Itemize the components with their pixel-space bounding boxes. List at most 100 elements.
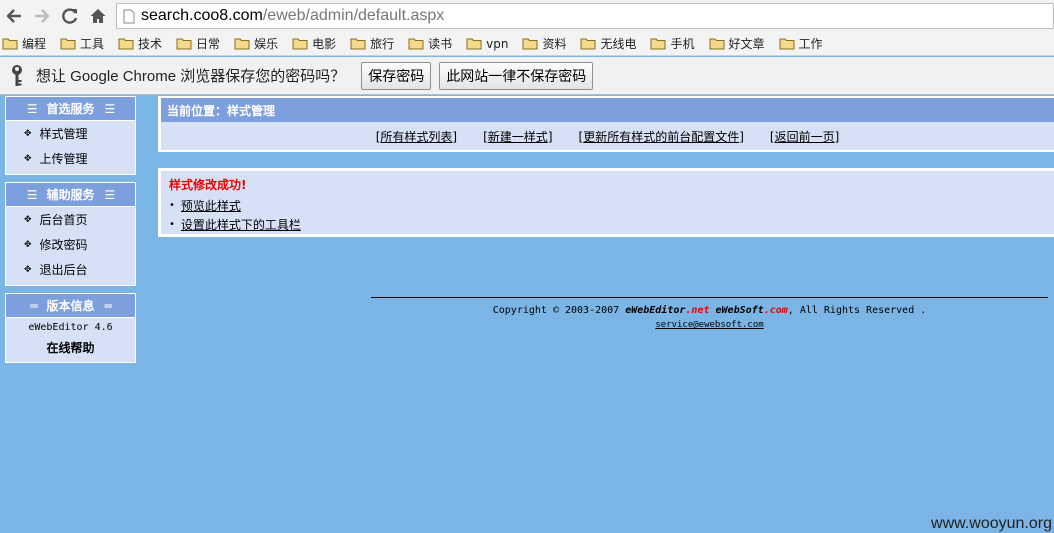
online-help-link[interactable]: 在线帮助 [6, 338, 135, 360]
link-go-back[interactable]: [返回前一页] [770, 128, 839, 145]
brand-domain: .net [685, 305, 710, 316]
location-links: [所有样式列表] [新建一样式] [更新所有样式的前台配置文件] [返回前一页] [161, 122, 1054, 150]
sidebar-panel-version: ═ 版本信息 ═ eWebEditor 4.6 在线帮助 [5, 293, 136, 363]
folder-icon [709, 38, 724, 50]
copyright-suffix: , All Rights Reserved . [787, 305, 927, 316]
link-all-styles[interactable]: [所有样式列表] [376, 128, 457, 145]
panel-header: ☰ 辅助服务 ☰ [6, 183, 135, 207]
sidebar-item-label: 上传管理 [39, 152, 88, 166]
folder-icon [350, 38, 366, 50]
link-update-config[interactable]: [更新所有样式的前台配置文件] [579, 128, 744, 145]
panel-title: 首选服务 [46, 102, 95, 116]
sidebar-item-change-password[interactable]: ✥ 修改密码 [6, 232, 135, 257]
sidebar-item-style-manage[interactable]: ✥ 样式管理 [6, 121, 135, 146]
brand-domain: .com [763, 305, 788, 316]
sidebar-item-upload-manage[interactable]: ✥ 上传管理 [6, 146, 135, 171]
bookmark-item[interactable]: 电影 [292, 35, 336, 52]
bookmark-item[interactable]: 日常 [176, 35, 220, 52]
move-icon: ✥ [24, 264, 32, 275]
bookmark-item[interactable]: 工作 [779, 35, 823, 52]
folder-icon [408, 38, 424, 50]
reload-button[interactable] [58, 4, 82, 28]
folder-icon [580, 38, 596, 50]
bullet-icon: • [169, 200, 175, 211]
list-item: • 预览此样式 [169, 196, 1046, 215]
version-text: eWebEditor 4.6 [28, 322, 113, 333]
bookmark-label: 读书 [428, 37, 453, 51]
brand-name: eWebSoft [709, 305, 764, 316]
address-bar[interactable]: search.coo8.com/eweb/admin/default.aspx [116, 3, 1054, 29]
folder-icon [650, 38, 666, 50]
panel-title: 版本信息 [46, 299, 95, 313]
menu-icon: ☰ [104, 187, 116, 202]
copyright-text: Copyright © 2003-2007 eWebEditor.net eWe… [371, 305, 1048, 316]
folder-icon [292, 38, 308, 50]
link-text[interactable]: 新建一样式 [488, 130, 548, 144]
bookmark-item[interactable]: 技术 [118, 35, 162, 52]
url-path: /eweb/admin/default.aspx [262, 7, 445, 24]
folder-icon [60, 38, 76, 50]
link-text[interactable]: 所有样式列表 [380, 130, 452, 144]
brand-ewebeditor: eWebEditor.net [625, 305, 709, 316]
location-title: 当前位置：样式管理 [161, 98, 1054, 122]
bookmark-item[interactable]: 资料 [522, 35, 566, 52]
bookmark-label: 娱乐 [254, 37, 279, 51]
equals-icon: ═ [30, 298, 37, 313]
result-inner: 样式修改成功! • 预览此样式 • 设置此样式下的工具栏 [161, 171, 1054, 234]
bookmark-item[interactable]: 手机 [650, 35, 695, 52]
reload-icon [62, 8, 78, 24]
sidebar-item-label: 样式管理 [39, 127, 88, 141]
bookmark-item[interactable]: 编程 [2, 35, 46, 52]
result-box: 样式修改成功! • 预览此样式 • 设置此样式下的工具栏 [158, 168, 1054, 237]
brand-ewebsoft: eWebSoft.com [710, 305, 788, 316]
forward-button[interactable] [30, 4, 54, 28]
sidebar-panel-assist: ☰ 辅助服务 ☰ ✥ 后台首页 ✥ 修改密码 ✥ 退出后台 [5, 182, 136, 286]
bookmark-label: 编程 [22, 37, 47, 51]
equals-icon: ═ [104, 298, 112, 313]
sidebar-item-logout[interactable]: ✥ 退出后台 [6, 257, 135, 282]
link-text[interactable]: 返回前一页 [775, 130, 835, 144]
menu-icon: ☰ [26, 101, 38, 116]
brand-name: eWebEditor [625, 305, 686, 316]
sidebar-item-label: 退出后台 [39, 263, 88, 277]
never-save-password-button[interactable]: 此网站一律不保存密码 [439, 61, 594, 90]
bookmark-label: 旅行 [370, 37, 395, 51]
bookmark-item[interactable]: 娱乐 [234, 35, 278, 52]
bookmark-label: 技术 [138, 37, 163, 51]
password-infobar: 想让 Google Chrome 浏览器保存您的密码吗？ 保存密码 此网站一律不… [0, 57, 1054, 95]
footer-divider [371, 297, 1048, 298]
sidebar-item-label: 修改密码 [39, 238, 88, 252]
sidebar-panel-preferred: ☰ 首选服务 ☰ ✥ 样式管理 ✥ 上传管理 [5, 96, 136, 175]
folder-icon [779, 38, 795, 50]
bookmark-label: 手机 [670, 37, 695, 51]
configure-toolbar-link[interactable]: 设置此样式下的工具栏 [181, 216, 301, 233]
back-arrow-icon [6, 9, 21, 23]
page-icon [123, 9, 135, 23]
preview-style-link[interactable]: 预览此样式 [181, 197, 241, 214]
bookmark-label: 无线电 [600, 37, 637, 51]
bookmark-label: 好文章 [728, 37, 765, 51]
folder-icon [2, 38, 18, 50]
bookmark-item[interactable]: 工具 [60, 35, 104, 52]
home-button[interactable] [86, 4, 110, 28]
home-icon [90, 9, 106, 23]
link-new-style[interactable]: [新建一样式] [483, 128, 552, 145]
bookmark-item[interactable]: 读书 [408, 35, 452, 52]
bookmark-label: 工作 [798, 37, 823, 51]
bookmark-item[interactable]: 无线电 [580, 35, 636, 52]
key-icon [12, 64, 22, 86]
bullet-icon: • [169, 219, 175, 230]
contact-email: service@ewebsoft.com [371, 320, 1048, 330]
link-text[interactable]: 更新所有样式的前台配置文件 [583, 130, 739, 144]
watermark: www.wooyun.org [931, 515, 1052, 532]
email-link[interactable]: service@ewebsoft.com [655, 320, 763, 330]
back-button[interactable] [2, 4, 26, 28]
folder-icon [176, 38, 192, 50]
bookmark-item[interactable]: 好文章 [709, 35, 765, 52]
folder-icon [466, 38, 482, 50]
bookmark-label: vpn [486, 36, 509, 51]
bookmark-item[interactable]: vpn [466, 37, 508, 51]
bookmark-item[interactable]: 旅行 [350, 35, 394, 52]
save-password-button[interactable]: 保存密码 [361, 61, 432, 90]
sidebar-item-admin-home[interactable]: ✥ 后台首页 [6, 207, 135, 232]
